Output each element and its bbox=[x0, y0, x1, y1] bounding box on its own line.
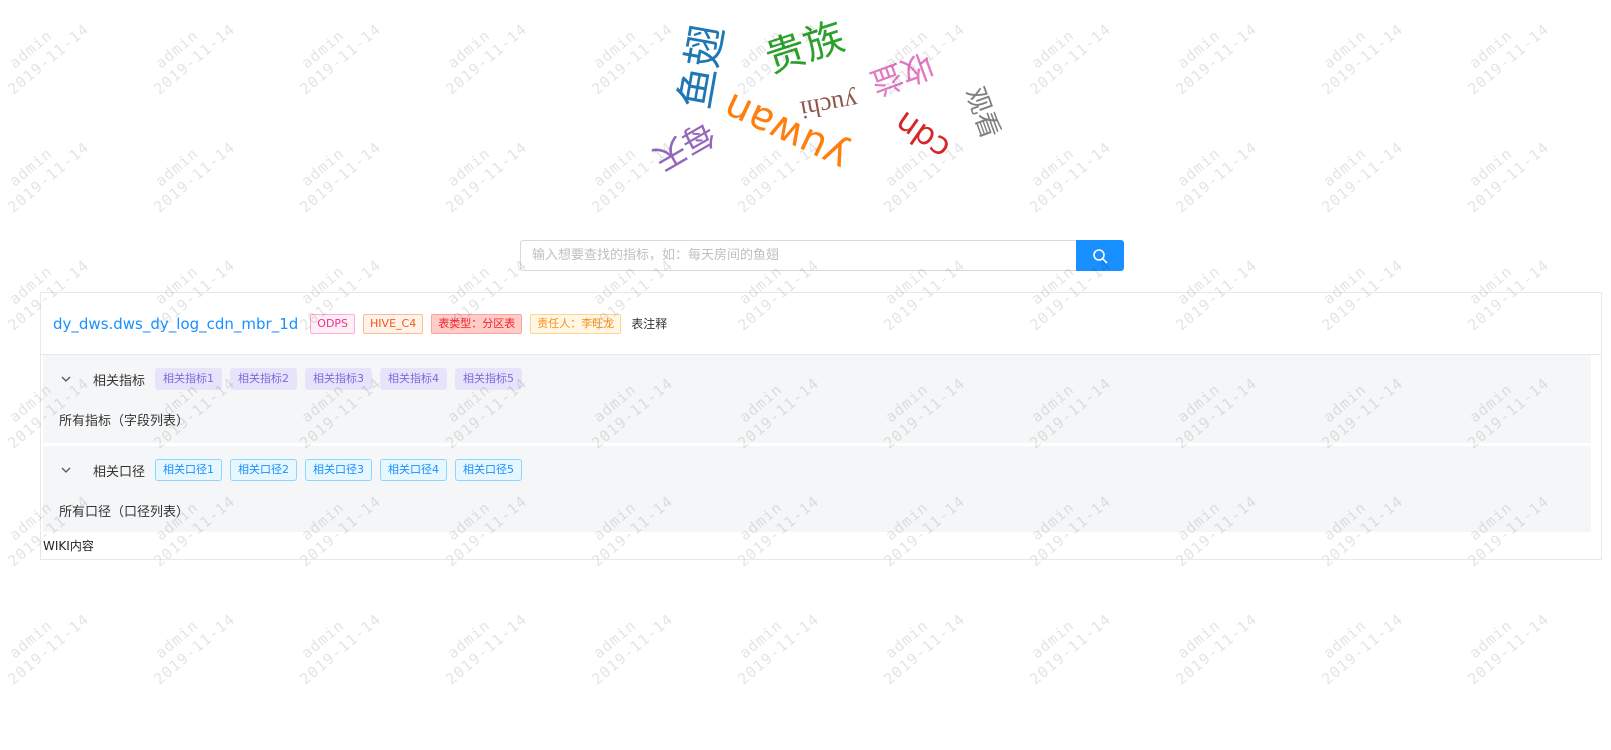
watermark-text: admin2019-11-14 bbox=[4, 610, 93, 689]
table-comment: 表注释 bbox=[631, 317, 668, 331]
cloud-word-guankan[interactable]: 观看 bbox=[959, 83, 1005, 142]
watermark-text: admin2019-11-14 bbox=[1026, 610, 1115, 689]
table-name-link[interactable]: dy_dws.dws_dy_log_cdn_mbr_1d bbox=[53, 315, 298, 333]
caliber-tag[interactable]: 相关口径2 bbox=[230, 459, 298, 481]
chevron-down-icon[interactable] bbox=[59, 463, 73, 477]
watermark-text: admin2019-11-14 bbox=[588, 610, 677, 689]
related-calibers-header[interactable]: 相关口径 相关口径1 相关口径2 相关口径3 相关口径4 相关口径5 bbox=[59, 458, 530, 482]
watermark-text: admin2019-11-14 bbox=[734, 610, 823, 689]
watermark-text: admin2019-11-14 bbox=[1598, 564, 1611, 750]
cloud-word-yuchi-cn[interactable]: 鱼翅 bbox=[670, 21, 733, 112]
tag-owner: 责任人：李旺龙 bbox=[530, 313, 622, 334]
all-calibers-text: 所有口径（口径列表） bbox=[59, 505, 190, 520]
wiki-content: WIKI内容 bbox=[43, 539, 94, 553]
watermark-text: admin2019-11-14 bbox=[442, 610, 531, 689]
related-metrics-panel: 相关指标 相关指标1 相关指标2 相关指标3 相关指标4 相关指标5 所有指标（… bbox=[43, 355, 1591, 443]
watermark-text: admin2019-11-14 bbox=[1172, 610, 1261, 689]
result-card: dy_dws.dws_dy_log_cdn_mbr_1d ODPS HIVE_C… bbox=[40, 292, 1602, 560]
related-calibers-panel: 相关口径 相关口径1 相关口径2 相关口径3 相关口径4 相关口径5 所有口径（… bbox=[43, 446, 1591, 532]
cloud-word-guizu[interactable]: 贵族 bbox=[760, 14, 850, 82]
related-metrics-title: 相关指标 bbox=[93, 373, 146, 389]
search-bar bbox=[520, 240, 1124, 271]
tag-odps: ODPS bbox=[310, 313, 356, 334]
tag-hive: HIVE_C4 bbox=[363, 313, 424, 334]
cloud-word-meitian[interactable]: 每天 bbox=[647, 114, 721, 179]
result-header: dy_dws.dws_dy_log_cdn_mbr_1d ODPS HIVE_C… bbox=[41, 293, 1601, 355]
cloud-word-cdn[interactable]: cdn bbox=[887, 104, 956, 169]
tag-table-type: 表类型：分区表 bbox=[431, 313, 523, 334]
caliber-tag[interactable]: 相关口径1 bbox=[155, 459, 223, 481]
watermark-text: admin2019-11-14 bbox=[150, 610, 239, 689]
chevron-down-icon[interactable] bbox=[59, 372, 73, 386]
word-cloud: 鱼翅 贵族 收益 yuchi 观看 yuwan cdn 每天 bbox=[0, 0, 1611, 215]
all-metrics-text: 所有指标（字段列表） bbox=[59, 414, 190, 429]
search-icon bbox=[1092, 248, 1108, 264]
caliber-tag[interactable]: 相关口径5 bbox=[455, 459, 523, 481]
cloud-word-shouyi[interactable]: 收益 bbox=[865, 45, 938, 103]
metric-tag[interactable]: 相关指标3 bbox=[305, 368, 373, 390]
caliber-tag[interactable]: 相关口径4 bbox=[380, 459, 448, 481]
metric-tag[interactable]: 相关指标4 bbox=[380, 368, 448, 390]
metric-tag[interactable]: 相关指标1 bbox=[155, 368, 223, 390]
watermark-text: admin2019-11-14 bbox=[1464, 610, 1553, 689]
watermark-text: admin2019-11-14 bbox=[1318, 610, 1407, 689]
metric-tag[interactable]: 相关指标2 bbox=[230, 368, 298, 390]
related-metrics-header[interactable]: 相关指标 相关指标1 相关指标2 相关指标3 相关指标4 相关指标5 bbox=[59, 367, 530, 391]
related-calibers-title: 相关口径 bbox=[93, 464, 146, 480]
search-input[interactable] bbox=[520, 240, 1076, 271]
metric-tag[interactable]: 相关指标5 bbox=[455, 368, 523, 390]
watermark-text: admin2019-11-14 bbox=[296, 610, 385, 689]
search-button[interactable] bbox=[1076, 240, 1124, 271]
caliber-tag[interactable]: 相关口径3 bbox=[305, 459, 373, 481]
watermark-text: admin2019-11-14 bbox=[880, 610, 969, 689]
